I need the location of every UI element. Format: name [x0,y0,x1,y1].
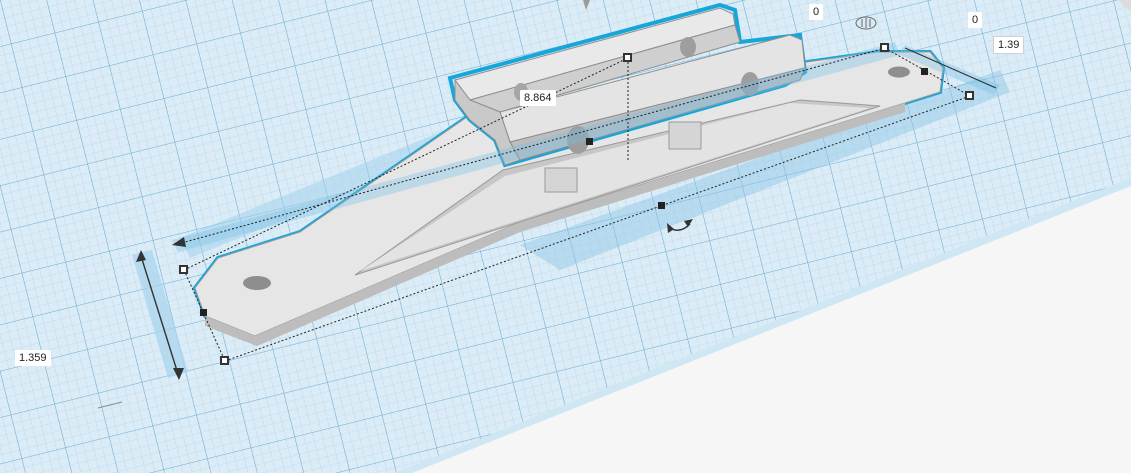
handle-top-center[interactable] [623,53,632,62]
handle-mid-left[interactable] [200,309,207,316]
width-dimension-label[interactable]: 1.39 [993,36,1025,54]
handle-mid-bottom[interactable] [658,202,665,209]
mount-hole-right [888,66,910,78]
handle-top-left[interactable] [179,265,188,274]
workplane-canvas[interactable] [0,0,1131,473]
workplane-viewport[interactable]: 8.864 1.39 1.359 0 0 [0,0,1131,473]
mount-hole-left [243,276,271,290]
offset-x-label[interactable]: 0 [809,4,824,20]
height-dimension-label[interactable]: 1.359 [15,350,51,366]
handle-top-right[interactable] [880,43,889,52]
handle-bottom-left[interactable] [220,356,229,365]
offset-y-label[interactable]: 0 [968,12,983,28]
handle-mid-right[interactable] [921,68,928,75]
handle-height[interactable] [586,138,593,145]
handle-bottom-right[interactable] [965,91,974,100]
length-dimension-label[interactable]: 8.864 [520,90,556,106]
